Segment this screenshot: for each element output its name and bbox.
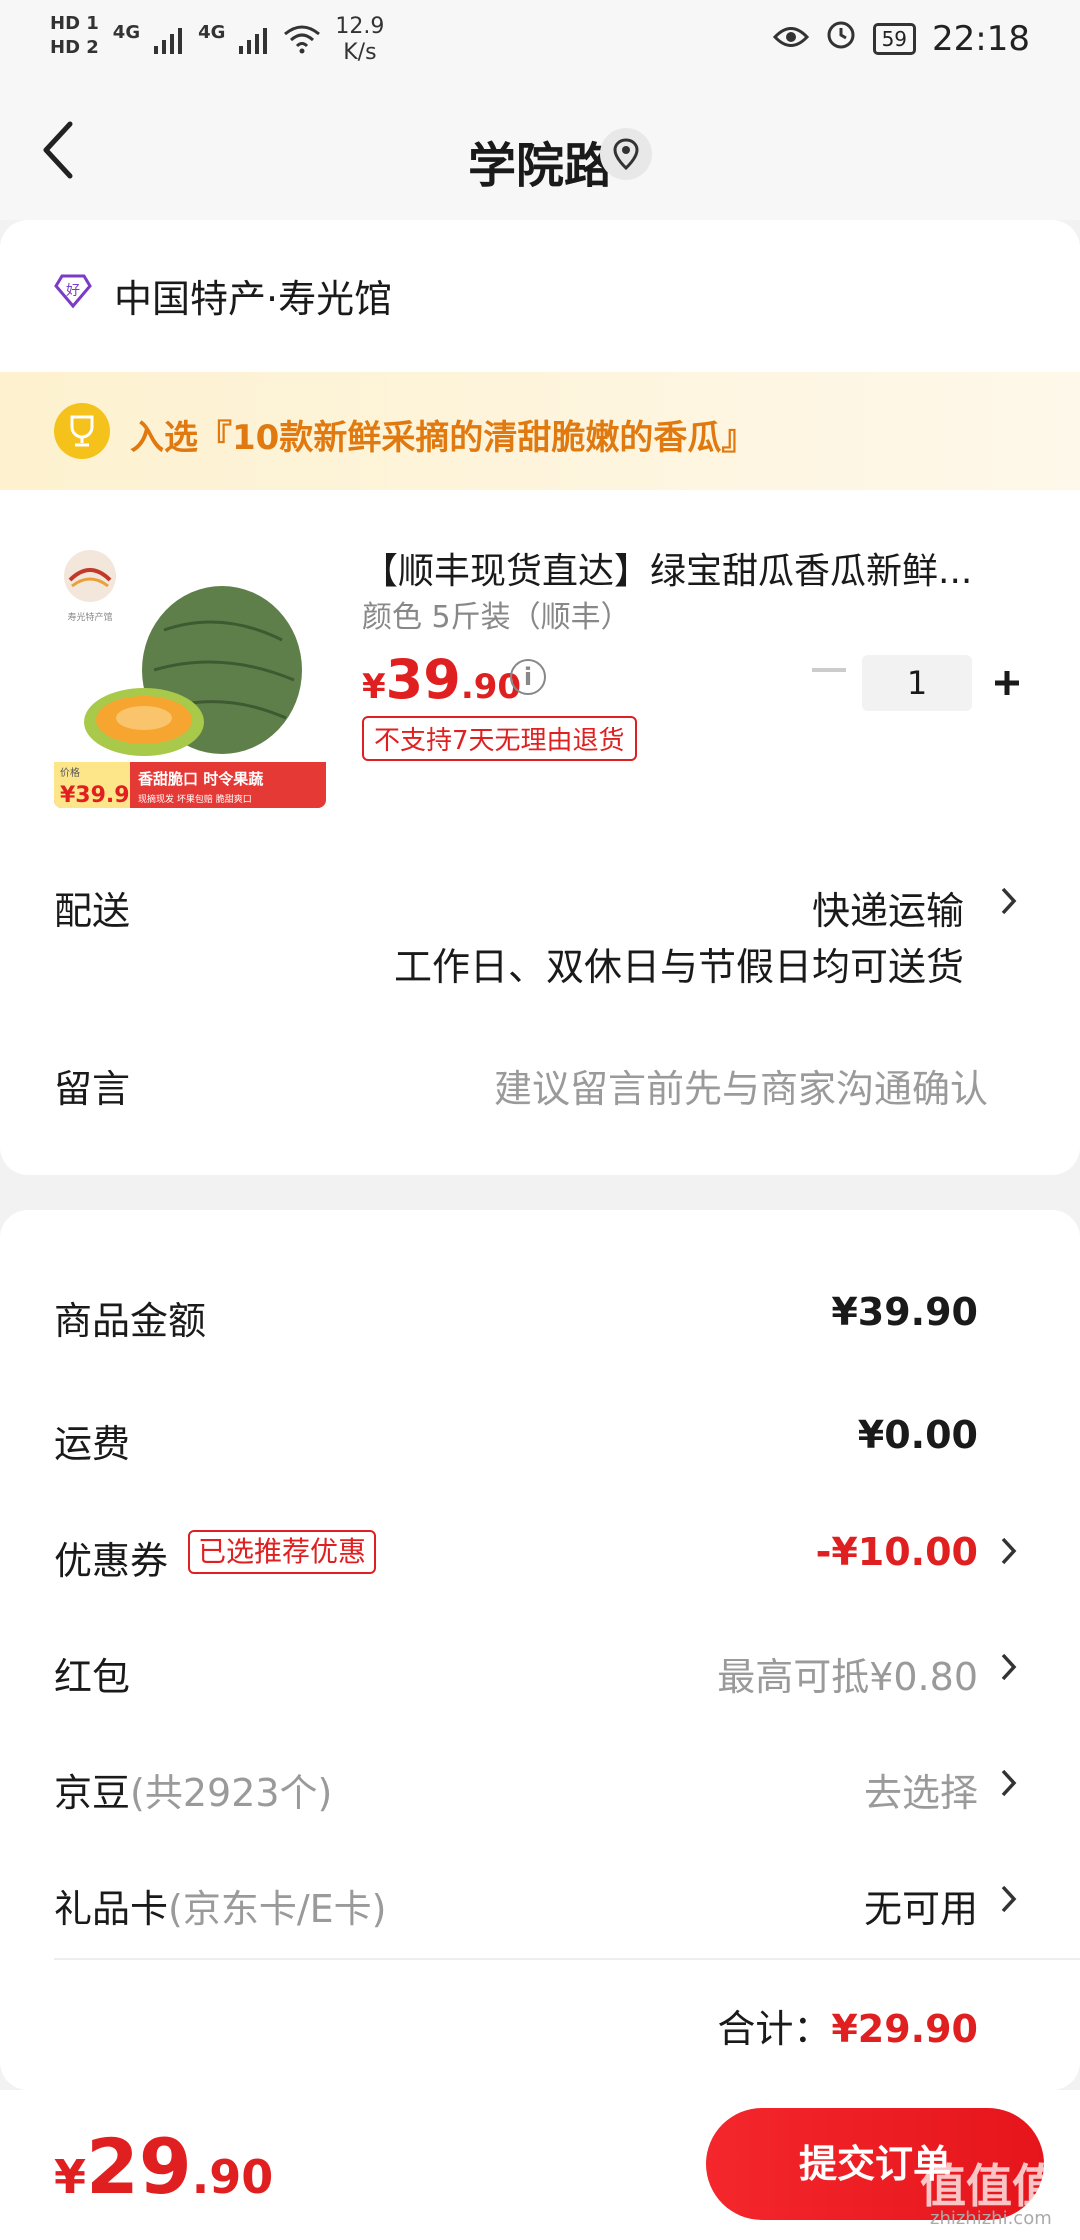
status-right: 59 22:18	[772, 18, 1030, 59]
image-price-label: 价格	[60, 766, 80, 779]
product-name[interactable]: 【顺丰现货直达】绿宝甜瓜香瓜新鲜...	[362, 542, 1022, 594]
delivery-chevron-icon[interactable]	[998, 884, 1020, 918]
quantity-input[interactable]: 1	[862, 655, 972, 711]
checkout-price-decimal: .90	[191, 2150, 274, 2204]
clock: 22:18	[932, 18, 1030, 59]
jdbean-value[interactable]: 去选择	[864, 1762, 978, 1817]
price-integer: 39	[385, 648, 461, 711]
giftcard-row: 礼品卡(京东卡/E卡)	[54, 1878, 386, 1933]
goods-amount-label: 商品金额	[54, 1299, 207, 1343]
coupon-tag: 已选推荐优惠	[188, 1530, 377, 1574]
good-shop-icon: 好	[54, 272, 92, 310]
page-header: 学院路	[0, 80, 1080, 220]
banner-text: 入选『10款新鲜采摘的清甜脆嫩的香瓜』	[130, 418, 756, 458]
hd1-label: HD 1	[50, 13, 99, 34]
signal1-label: 4G	[112, 22, 141, 43]
message-label: 留言	[54, 1067, 131, 1111]
eye-icon	[772, 19, 809, 59]
status-network: HD 1 HD 2 4G 4G 12.9 K/s	[50, 12, 384, 66]
hd2-label: HD 2	[50, 37, 99, 58]
redpacket-value[interactable]: 最高可抵¥0.80	[717, 1646, 978, 1701]
product-image[interactable]: 寿光特产馆 价格 ¥39.9 香甜脆口 时令果蔬 现摘现发 坏果包赔 脆甜爽口	[54, 540, 326, 808]
checkout-price-symbol: ¥	[54, 2150, 87, 2204]
jdbean-label: 京豆	[54, 1771, 131, 1815]
location-pin-icon[interactable]	[600, 128, 652, 180]
jdbean-row: 京豆(共2923个)	[54, 1762, 332, 1817]
goods-amount-value: ¥39.90	[831, 1290, 978, 1334]
delivery-method[interactable]: 快递运输	[812, 880, 964, 935]
total-label: 合计：	[717, 2007, 832, 2051]
product-price: ¥39.90	[362, 648, 521, 711]
redpacket-label: 红包	[54, 1655, 131, 1699]
price-symbol: ¥	[362, 667, 386, 707]
giftcard-sub: (京东卡/E卡)	[168, 1887, 387, 1931]
page-title: 学院路	[467, 138, 612, 194]
product-spec: 颜色 5斤装（顺丰）	[362, 600, 631, 635]
return-policy-tag: 不支持7天无理由退货	[362, 716, 637, 761]
svg-text:好: 好	[66, 283, 80, 299]
image-subslogan: 现摘现发 坏果包赔 脆甜爽口	[138, 793, 252, 805]
battery-icon: 59	[872, 22, 917, 55]
shipping-label: 运费	[54, 1422, 131, 1466]
shop-name[interactable]: 中国特产·寿光馆	[114, 268, 392, 323]
delivery-note: 工作日、双休日与节假日均可送货	[393, 945, 964, 989]
total-row: 合计：¥29.90	[717, 1998, 978, 2053]
signal2-icon	[239, 26, 269, 61]
status-bar: HD 1 HD 2 4G 4G 12.9 K/s 59 22:18	[0, 0, 1080, 80]
watermark-site: zhizhizhi.com	[930, 2208, 1052, 2229]
trophy-icon	[54, 403, 110, 459]
coupon-value[interactable]: -¥10.00	[816, 1530, 978, 1574]
message-input[interactable]: 建议留言前先与商家沟通确认	[494, 1058, 988, 1113]
net-speed-unit: K/s	[343, 40, 377, 65]
checkout-price-integer: 29	[86, 2122, 192, 2211]
coupon-chevron-icon[interactable]	[998, 1534, 1020, 1568]
shipping-value: ¥0.00	[857, 1413, 978, 1457]
giftcard-value[interactable]: 无可用	[864, 1878, 978, 1933]
total-value: ¥29.90	[831, 2007, 978, 2051]
giftcard-label: 礼品卡	[54, 1887, 169, 1931]
net-speed: 12.9	[335, 14, 385, 39]
signal1-icon	[154, 26, 184, 61]
wifi-icon	[283, 24, 321, 61]
image-slogan: 香甜脆口 时令果蔬	[138, 770, 263, 788]
delivery-label: 配送	[54, 889, 131, 933]
watermark-logo: 值值值	[920, 2159, 1058, 2213]
image-price: ¥39.9	[60, 783, 130, 808]
summary-divider	[54, 1958, 1080, 1960]
jdbean-chevron-icon[interactable]	[998, 1766, 1020, 1800]
svg-text:寿光特产馆: 寿光特产馆	[67, 611, 112, 623]
quantity-increase-button[interactable]	[992, 668, 1022, 698]
quantity-decrease-button[interactable]	[812, 668, 846, 672]
signal2-label: 4G	[198, 22, 226, 43]
checkout-price: ¥29.90	[54, 2122, 273, 2211]
giftcard-chevron-icon[interactable]	[998, 1882, 1020, 1916]
price-info-icon[interactable]: i	[510, 659, 546, 695]
coupon-label: 优惠券	[54, 1539, 169, 1583]
jdbean-count: (共2923个)	[130, 1771, 333, 1815]
alarm-icon	[825, 18, 857, 59]
redpacket-chevron-icon[interactable]	[998, 1650, 1020, 1684]
